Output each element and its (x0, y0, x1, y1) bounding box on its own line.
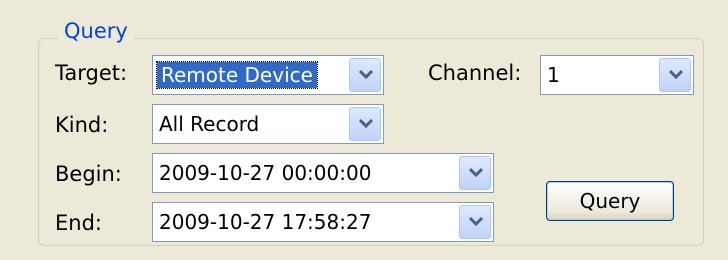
end-label: End: (55, 211, 102, 235)
channel-select[interactable]: 1 (540, 55, 694, 95)
kind-label: Kind: (55, 113, 109, 137)
kind-value: All Record (159, 112, 260, 136)
chevron-down-icon (469, 216, 483, 227)
chevron-down-icon (669, 69, 683, 80)
kind-select[interactable]: All Record (152, 104, 384, 144)
end-dropdown-button[interactable] (459, 205, 491, 239)
chevron-down-icon (469, 167, 483, 178)
begin-label: Begin: (55, 162, 122, 186)
channel-dropdown-button[interactable] (659, 58, 691, 92)
begin-value: 2009-10-27 00:00:00 (159, 161, 372, 185)
target-dropdown-button[interactable] (349, 58, 381, 92)
query-panel: Query Target: Remote Device Channel: 1 K… (0, 0, 728, 260)
end-datetime-picker[interactable]: 2009-10-27 17:58:27 (152, 202, 494, 242)
channel-value: 1 (547, 63, 560, 87)
end-value: 2009-10-27 17:58:27 (159, 210, 372, 234)
query-button[interactable]: Query (546, 181, 674, 221)
channel-label: Channel: (428, 61, 522, 85)
kind-dropdown-button[interactable] (349, 107, 381, 141)
target-select[interactable]: Remote Device (152, 55, 384, 95)
target-value: Remote Device (156, 61, 318, 89)
chevron-down-icon (359, 69, 373, 80)
chevron-down-icon (359, 118, 373, 129)
begin-dropdown-button[interactable] (459, 156, 491, 190)
target-label: Target: (55, 61, 128, 85)
begin-datetime-picker[interactable]: 2009-10-27 00:00:00 (152, 153, 494, 193)
query-group-title: Query (58, 18, 134, 44)
